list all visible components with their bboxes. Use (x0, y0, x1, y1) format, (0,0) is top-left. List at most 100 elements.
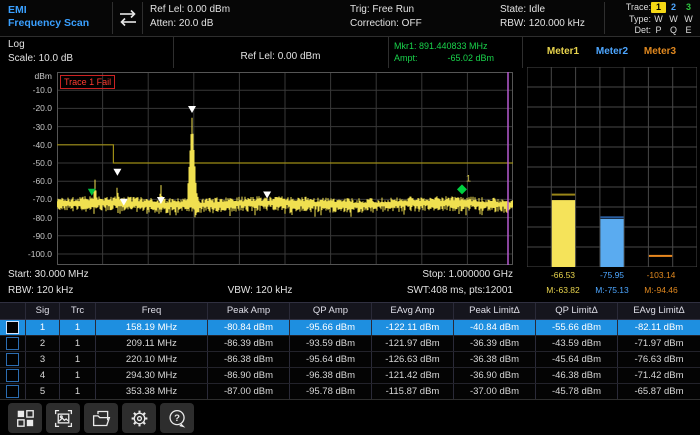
meter3-label: Meter3 (632, 46, 688, 57)
trace-panel[interactable]: Trace: 1 2 3 Type: W W W Det: P Q E (608, 2, 696, 37)
meter3-max-value: M:-94.46 (635, 285, 687, 295)
y-tick-label: -50.0 (0, 158, 52, 168)
file-manager-button[interactable] (84, 403, 118, 433)
table-row[interactable]: 21209.11 MHz-86.39 dBm-93.59 dBm-121.97 … (0, 336, 700, 352)
meter-bars-panel (527, 67, 697, 267)
scale-label: Scale: 10.0 dB (8, 52, 73, 66)
home-grid-icon (15, 408, 35, 428)
table-cell: -71.42 dBm (618, 368, 700, 383)
meter1-max-value: M:-63.82 (537, 285, 589, 295)
row-checkbox[interactable] (6, 353, 19, 366)
table-cell: -40.84 dBm (454, 320, 536, 335)
column-header: EAvg Amp (372, 303, 454, 319)
settings-gear-icon (129, 408, 150, 429)
column-header: Trc (60, 303, 96, 319)
top-header: EMI Frequency Scan Ref Lel: 0.00 dBm Att… (0, 0, 700, 36)
ref-level-label: Ref Lel: 0.00 dBm (150, 3, 230, 17)
y-tick-label: -40.0 (0, 140, 52, 150)
table-cell: -115.87 dBm (372, 384, 454, 399)
state-label: State: Idle (500, 3, 585, 17)
trace-2-toggle[interactable]: 2 (666, 2, 681, 13)
trace-3-type: W (681, 14, 696, 25)
trace-1-det: P (651, 25, 666, 36)
table-cell: -121.42 dBm (372, 368, 454, 383)
checkbox-cell (0, 320, 26, 335)
column-header: Sig (26, 303, 60, 319)
y-tick-label: -100.0 (0, 249, 52, 259)
settings-button[interactable] (122, 403, 156, 433)
table-cell: 4 (26, 368, 60, 383)
checkbox-cell (0, 384, 26, 399)
rbw-label: RBW: 120.000 kHz (500, 17, 585, 31)
home-menu-button[interactable] (8, 403, 42, 433)
table-cell: -86.90 dBm (208, 368, 290, 383)
table-cell: 2 (26, 336, 60, 351)
state-block: State: Idle RBW: 120.000 kHz (500, 3, 585, 31)
screenshot-button[interactable] (46, 403, 80, 433)
ref-level-center-label: Ref Lel: 0.00 dBm (173, 50, 388, 64)
screenshot-icon (53, 408, 74, 429)
table-cell: -87.00 dBm (208, 384, 290, 399)
trace-1-toggle[interactable]: 1 (651, 2, 666, 13)
table-cell: 158.19 MHz (96, 320, 208, 335)
table-cell: -96.38 dBm (290, 368, 372, 383)
table-cell: -46.38 dBm (536, 368, 618, 383)
table-cell: -45.64 dBm (536, 352, 618, 367)
table-cell: -45.78 dBm (536, 384, 618, 399)
bottom-toolbar: ? Д ЦЕНТР ИЗМЕРИТЕЛЬНОЙ ТЕХНИКИ ЭТАЛОН Т… (0, 399, 700, 435)
trace-2-det: Q (666, 25, 681, 36)
marker-freq-readout: Mkr1: 891.440833 MHz (394, 40, 494, 52)
correction-label: Correction: OFF (350, 17, 422, 31)
trace-1-type: W (651, 14, 666, 25)
start-freq-label: Start: 30.000 MHz (8, 269, 89, 280)
repeat-icon (117, 8, 139, 28)
row-checkbox[interactable] (6, 337, 19, 350)
table-cell: -43.59 dBm (536, 336, 618, 351)
trace-3-det: E (681, 25, 696, 36)
y-tick-label: -20.0 (0, 103, 52, 113)
checkbox-cell (0, 368, 26, 383)
trig-block: Trig: Free Run Correction: OFF (350, 3, 422, 31)
y-tick-label: dBm (0, 71, 52, 81)
signal-table-header: SigTrcFreqPeak AmpQP AmpEAvg AmpPeak Lim… (0, 303, 700, 320)
row-checkbox[interactable] (6, 369, 19, 382)
table-cell: -86.39 dBm (208, 336, 290, 351)
table-cell: -122.11 dBm (372, 320, 454, 335)
table-cell: 353.38 MHz (96, 384, 208, 399)
table-cell: 1 (60, 384, 96, 399)
mode-title-line1: EMI (8, 4, 89, 17)
spectrum-plot[interactable]: 1 (57, 72, 513, 265)
table-cell: -80.84 dBm (208, 320, 290, 335)
svg-text:?: ? (174, 413, 180, 424)
rbw-annotation: RBW: 120 kHz (8, 285, 73, 296)
continuous-sweep-button[interactable] (117, 8, 139, 33)
meter2-max-value: M:-75.13 (586, 285, 638, 295)
help-button[interactable]: ? (160, 403, 194, 433)
signal-table[interactable]: SigTrcFreqPeak AmpQP AmpEAvg AmpPeak Lim… (0, 302, 700, 400)
table-cell: 1 (26, 320, 60, 335)
vbw-annotation: VBW: 120 kHz (200, 285, 320, 296)
mode-menu[interactable]: EMI Frequency Scan (8, 4, 89, 30)
row-checkbox[interactable] (6, 385, 19, 398)
column-header: QP Amp (290, 303, 372, 319)
table-row[interactable]: 31220.10 MHz-86.38 dBm-95.64 dBm-126.63 … (0, 352, 700, 368)
atten-label: Atten: 20.0 dB (150, 17, 230, 31)
table-cell: 220.10 MHz (96, 352, 208, 367)
swt-annotation: SWT:408 ms, pts:12001 (340, 285, 513, 296)
table-cell: -121.97 dBm (372, 336, 454, 351)
log-label: Log (8, 38, 73, 52)
trace-3-toggle[interactable]: 3 (681, 2, 696, 13)
ref-atten-block: Ref Lel: 0.00 dBm Atten: 20.0 dB (150, 3, 230, 31)
table-row[interactable]: 41294.30 MHz-86.90 dBm-96.38 dBm-121.42 … (0, 368, 700, 384)
mode-title-line2: Frequency Scan (8, 17, 89, 30)
marker-readout: Mkr1: 891.440833 MHz Ampt: -65.02 dBm (394, 40, 494, 64)
row-checkbox[interactable] (6, 321, 19, 334)
table-cell: 1 (60, 320, 96, 335)
file-icon (91, 408, 112, 429)
table-cell: -95.66 dBm (290, 320, 372, 335)
table-row[interactable]: 51353.38 MHz-87.00 dBm-95.78 dBm-115.87 … (0, 384, 700, 400)
marker-ampt-value: -65.02 dBm (447, 52, 494, 64)
trace-2-type: W (666, 14, 681, 25)
table-row[interactable]: 11158.19 MHz-80.84 dBm-95.66 dBm-122.11 … (0, 320, 700, 336)
y-tick-label: -30.0 (0, 122, 52, 132)
